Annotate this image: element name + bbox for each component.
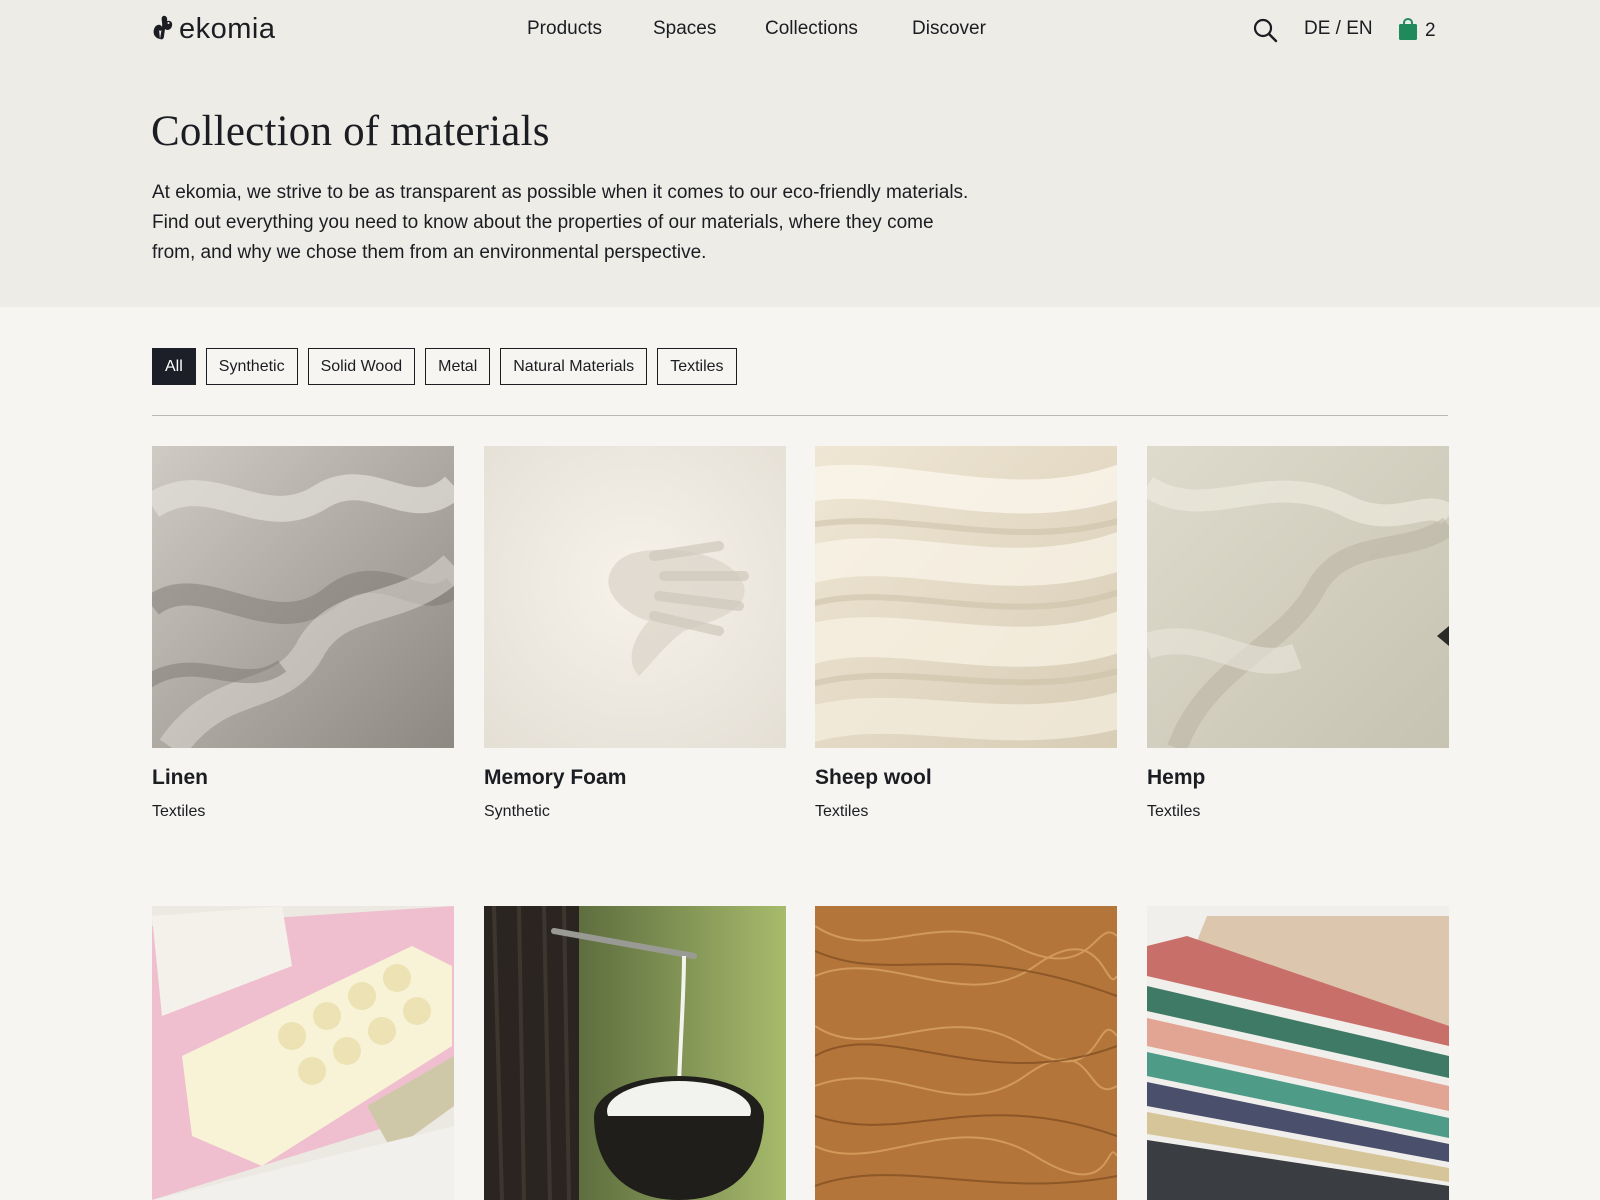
material-card-foam-blocks[interactable] <box>152 906 454 1200</box>
material-name: Hemp <box>1147 766 1206 789</box>
intro-paragraph: At ekomia, we strive to be as transparen… <box>152 178 1022 268</box>
brand-name: ekomia <box>179 12 276 45</box>
memory-foam-image <box>484 446 786 748</box>
filter-natural-materials[interactable]: Natural Materials <box>500 348 648 385</box>
squirrel-logo-icon <box>153 15 173 40</box>
material-category: Textiles <box>152 803 206 820</box>
nav-collections[interactable]: Collections <box>765 18 858 40</box>
material-card-linen[interactable]: Linen Textiles <box>152 446 454 820</box>
filter-bar: All Synthetic Solid Wood Metal Natural M… <box>152 348 737 385</box>
linen-fabric-image <box>152 446 454 748</box>
material-name: Memory Foam <box>484 766 627 789</box>
material-card-natural-rubber[interactable] <box>484 906 786 1200</box>
material-name: Sheep wool <box>815 766 932 789</box>
material-category: Textiles <box>1147 803 1201 820</box>
filter-solid-wood[interactable]: Solid Wood <box>307 348 416 385</box>
foam-blocks-image <box>152 906 454 1200</box>
language-switcher[interactable]: DE / EN <box>1304 18 1373 40</box>
filter-textiles[interactable]: Textiles <box>657 348 737 385</box>
hemp-fabric-image <box>1147 446 1449 748</box>
intro-line: Find out everything you need to know abo… <box>152 212 934 233</box>
shopping-bag-icon <box>1399 17 1417 40</box>
coconut-fiber-image <box>815 906 1117 1200</box>
filter-synthetic[interactable]: Synthetic <box>205 348 298 385</box>
material-card-hemp[interactable]: Hemp Textiles <box>1147 446 1449 820</box>
material-name: Linen <box>152 766 208 789</box>
material-category: Synthetic <box>484 803 550 820</box>
material-category: Textiles <box>815 803 869 820</box>
nav-products[interactable]: Products <box>527 18 602 40</box>
linoleum-samples-image <box>1147 906 1449 1200</box>
sheep-wool-image <box>815 446 1117 748</box>
rubber-tree-latex-image <box>484 906 786 1200</box>
material-card-memory-foam[interactable]: Memory Foam Synthetic <box>484 446 786 820</box>
brand-logo[interactable]: ekomia <box>151 11 276 47</box>
top-navigation: ekomia Products Spaces Collections Disco… <box>0 0 1600 60</box>
page-title: Collection of materials <box>151 108 550 155</box>
section-divider <box>152 415 1448 416</box>
filter-all[interactable]: All <box>152 348 196 385</box>
intro-line: At ekomia, we strive to be as transparen… <box>152 182 969 203</box>
cart-button[interactable]: 2 <box>1397 16 1436 42</box>
nav-spaces[interactable]: Spaces <box>653 18 716 40</box>
cart-count: 2 <box>1425 20 1436 41</box>
material-card-coconut-fiber[interactable] <box>815 906 1117 1200</box>
search-icon[interactable] <box>1252 17 1278 43</box>
intro-line: from, and why we chose them from an envi… <box>152 242 707 263</box>
material-card-linoleum[interactable] <box>1147 906 1449 1200</box>
filter-metal[interactable]: Metal <box>425 348 491 385</box>
nav-discover[interactable]: Discover <box>912 18 986 40</box>
material-card-sheep-wool[interactable]: Sheep wool Textiles <box>815 446 1117 820</box>
